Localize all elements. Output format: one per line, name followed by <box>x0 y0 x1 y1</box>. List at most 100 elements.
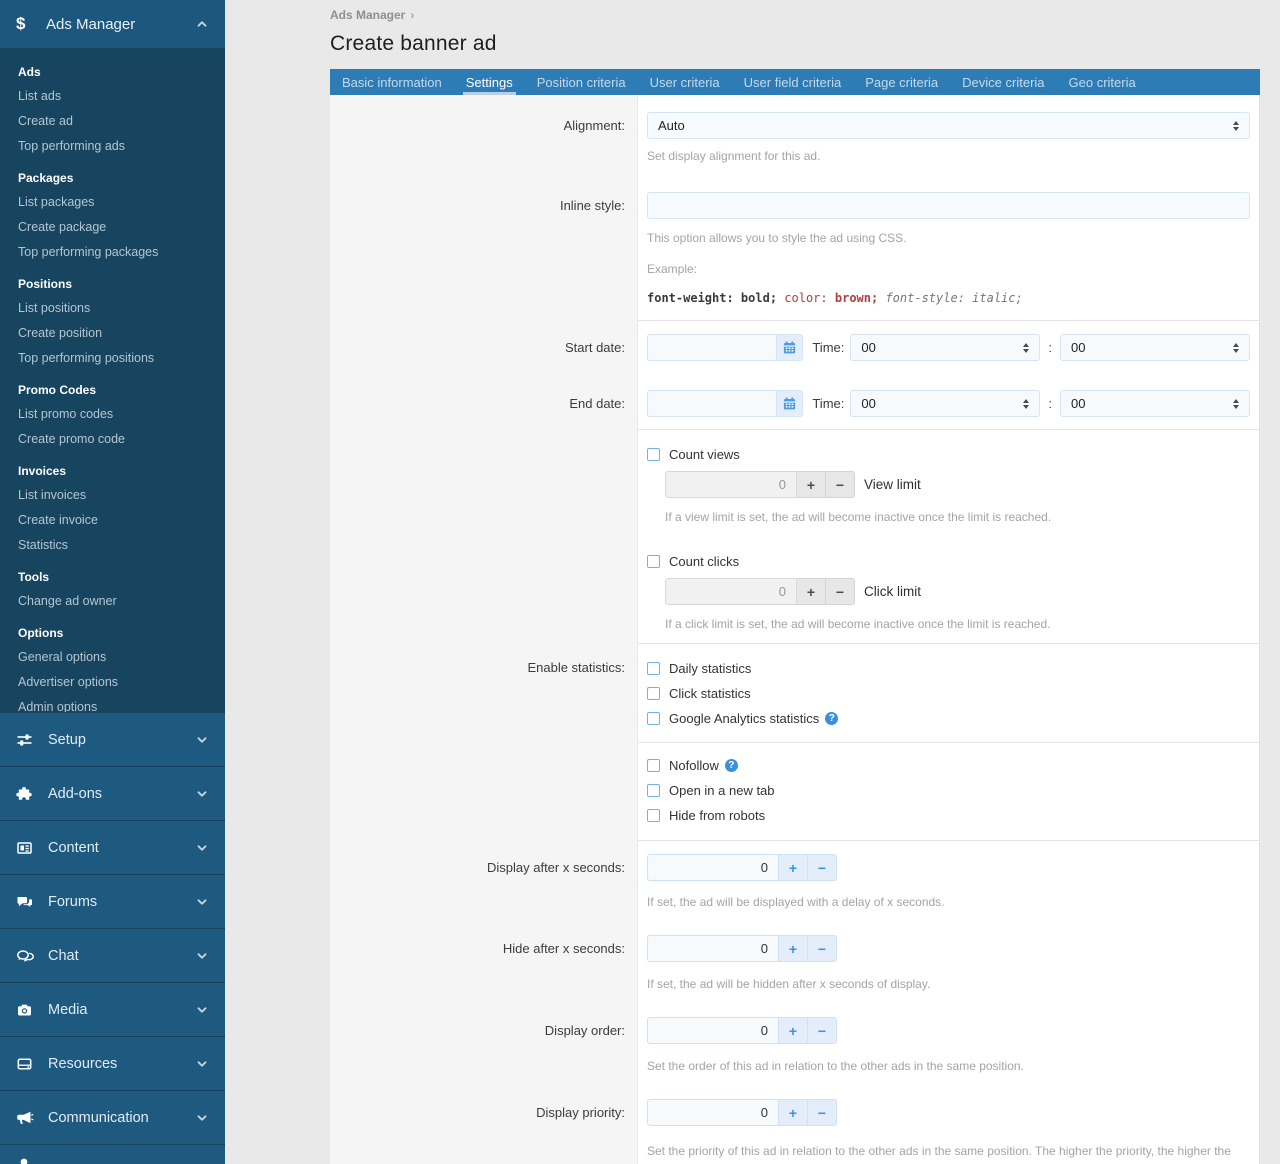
example-label: Example: <box>647 261 1250 278</box>
display-after-increment-button[interactable]: + <box>779 854 808 881</box>
view-limit-increment-button[interactable]: + <box>797 471 826 498</box>
view-limit-input[interactable] <box>665 471 797 498</box>
click-limit-input[interactable] <box>665 578 797 605</box>
display-order-input[interactable] <box>647 1017 779 1044</box>
sidebar-item-content[interactable]: Content <box>0 820 225 874</box>
breadcrumb: Ads Manager› <box>330 0 1260 22</box>
sidebar-item-create-position[interactable]: Create position <box>0 320 225 345</box>
sidebar-item-create-invoice[interactable]: Create invoice <box>0 507 225 532</box>
tab-position-criteria[interactable]: Position criteria <box>525 69 638 95</box>
tab-geo-criteria[interactable]: Geo criteria <box>1057 69 1148 95</box>
sidebar-item-add-ons[interactable]: Add-ons <box>0 766 225 820</box>
sidebar-item-list-invoices[interactable]: List invoices <box>0 482 225 507</box>
display-order-decrement-button[interactable]: − <box>808 1017 837 1044</box>
calendar-icon <box>782 340 797 355</box>
sidebar-item-general-options[interactable]: General options <box>0 644 225 669</box>
sidebar-item-setup[interactable]: Setup <box>0 712 225 766</box>
breadcrumb-ads-manager[interactable]: Ads Manager <box>330 8 405 22</box>
alignment-select[interactable]: Auto <box>647 112 1250 139</box>
tab-settings[interactable]: Settings <box>454 69 525 95</box>
sidebar-menu-panel: Ads List ads Create ad Top performing ad… <box>0 48 225 712</box>
click-limit-increment-button[interactable]: + <box>797 578 826 605</box>
display-priority-input[interactable] <box>647 1099 779 1126</box>
chevron-down-icon <box>195 1003 209 1017</box>
tab-device-criteria[interactable]: Device criteria <box>950 69 1056 95</box>
end-date-input[interactable] <box>647 390 777 417</box>
inline-style-input[interactable] <box>647 192 1250 219</box>
open-new-tab-checkbox[interactable] <box>647 784 660 797</box>
click-limit-decrement-button[interactable]: − <box>826 578 855 605</box>
tab-page-criteria[interactable]: Page criteria <box>853 69 950 95</box>
display-order-help: Set the order of this ad in relation to … <box>647 1058 1250 1075</box>
end-date-calendar-button[interactable] <box>777 390 804 417</box>
sidebar-item-top-performing-packages[interactable]: Top performing packages <box>0 239 225 264</box>
sidebar-item-forums[interactable]: Forums <box>0 874 225 928</box>
sidebar-item-advertiser-options[interactable]: Advertiser options <box>0 669 225 694</box>
hide-from-robots-checkbox[interactable] <box>647 809 660 822</box>
start-date-input[interactable] <box>647 334 777 361</box>
sidebar-item-top-performing-positions[interactable]: Top performing positions <box>0 345 225 370</box>
sidebar-item-list-packages[interactable]: List packages <box>0 189 225 214</box>
tab-basic-information[interactable]: Basic information <box>330 69 454 95</box>
tab-user-field-criteria[interactable]: User field criteria <box>732 69 854 95</box>
sidebar-section-title: Promo Codes <box>0 370 225 401</box>
display-priority-decrement-button[interactable]: − <box>808 1099 837 1126</box>
camera-icon <box>16 1002 36 1018</box>
count-clicks-checkbox[interactable] <box>647 555 660 568</box>
sidebar-item-change-ad-owner[interactable]: Change ad owner <box>0 588 225 613</box>
select-arrows-icon <box>1023 399 1029 409</box>
nofollow-checkbox[interactable] <box>647 759 660 772</box>
sidebar-item-chat[interactable]: Chat <box>0 928 225 982</box>
display-after-decrement-button[interactable]: − <box>808 854 837 881</box>
sidebar-item-partial[interactable] <box>0 1144 225 1164</box>
sidebar-item-media[interactable]: Media <box>0 982 225 1036</box>
display-after-input[interactable] <box>647 854 779 881</box>
question-circle-icon[interactable]: ? <box>725 759 738 772</box>
sidebar-item-top-performing-ads[interactable]: Top performing ads <box>0 133 225 158</box>
start-hour-select[interactable]: 00 <box>850 334 1040 361</box>
view-limit-decrement-button[interactable]: − <box>826 471 855 498</box>
end-hour-select[interactable]: 00 <box>850 390 1040 417</box>
click-statistics-checkbox[interactable] <box>647 687 660 700</box>
count-views-checkbox[interactable] <box>647 448 660 461</box>
end-time-label: Time: <box>812 396 844 411</box>
question-circle-icon[interactable]: ? <box>825 712 838 725</box>
sidebar-section-title: Invoices <box>0 451 225 482</box>
count-views-label: Count views <box>669 447 740 462</box>
start-date-calendar-button[interactable] <box>777 334 804 361</box>
hide-after-help: If set, the ad will be hidden after x se… <box>647 976 1250 993</box>
sidebar-item-ads-manager[interactable]: $ Ads Manager <box>0 0 225 48</box>
sidebar-item-create-package[interactable]: Create package <box>0 214 225 239</box>
sidebar-item-statistics[interactable]: Statistics <box>0 532 225 557</box>
daily-statistics-checkbox[interactable] <box>647 662 660 675</box>
enable-statistics-label: Enable statistics: <box>330 661 637 726</box>
select-arrows-icon <box>1233 399 1239 409</box>
display-order-increment-button[interactable]: + <box>779 1017 808 1044</box>
chevron-down-icon <box>195 949 209 963</box>
select-arrows-icon <box>1023 343 1029 353</box>
sidebar-item-list-positions[interactable]: List positions <box>0 295 225 320</box>
end-minute-select[interactable]: 00 <box>1060 390 1250 417</box>
chevron-down-icon <box>195 1111 209 1125</box>
comments-icon <box>16 894 36 910</box>
sidebar-section-title: Positions <box>0 264 225 295</box>
hide-after-increment-button[interactable]: + <box>779 935 808 962</box>
start-time-label: Time: <box>812 340 844 355</box>
sidebar-item-resources[interactable]: Resources <box>0 1036 225 1090</box>
hide-after-decrement-button[interactable]: − <box>808 935 837 962</box>
sidebar-item-create-ad[interactable]: Create ad <box>0 108 225 133</box>
google-analytics-checkbox[interactable] <box>647 712 660 725</box>
sidebar-section-title: Tools <box>0 557 225 588</box>
sidebar-item-communication[interactable]: Communication <box>0 1090 225 1144</box>
sidebar-item-list-promo-codes[interactable]: List promo codes <box>0 401 225 426</box>
sidebar-item-create-promo-code[interactable]: Create promo code <box>0 426 225 451</box>
hide-after-input[interactable] <box>647 935 779 962</box>
time-colon: : <box>1048 340 1052 355</box>
start-minute-select[interactable]: 00 <box>1060 334 1250 361</box>
inline-style-help: This option allows you to style the ad u… <box>647 230 1250 247</box>
sidebar-item-list-ads[interactable]: List ads <box>0 83 225 108</box>
display-priority-increment-button[interactable]: + <box>779 1099 808 1126</box>
display-after-help: If set, the ad will be displayed with a … <box>647 894 1250 911</box>
sidebar-item-admin-options[interactable]: Admin options <box>0 694 225 712</box>
tab-user-criteria[interactable]: User criteria <box>638 69 732 95</box>
